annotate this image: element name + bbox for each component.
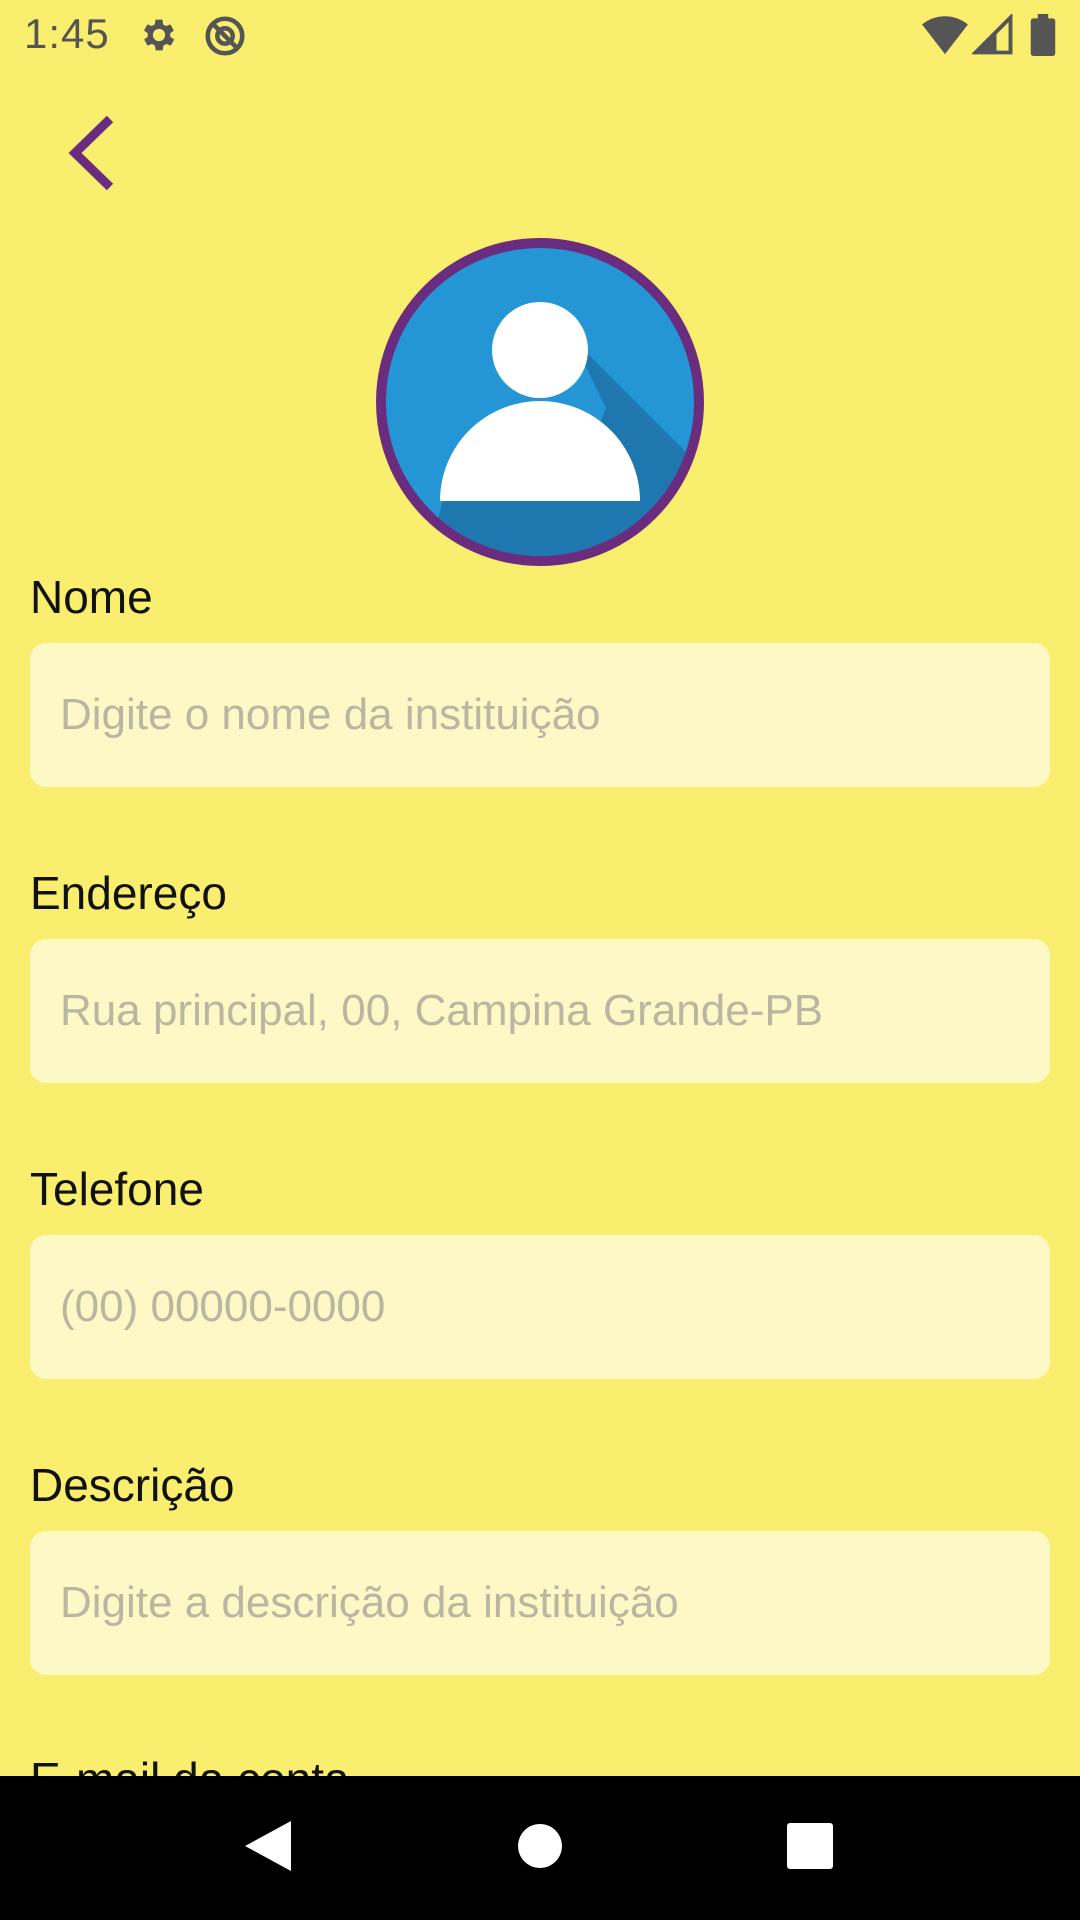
nome-label: Nome	[30, 571, 153, 623]
nome-input[interactable]	[30, 643, 1050, 787]
battery-icon	[1030, 14, 1056, 61]
user-avatar-icon	[376, 238, 704, 570]
nav-back-icon	[243, 1819, 293, 1878]
back-button[interactable]	[50, 100, 140, 210]
no-data-icon	[202, 13, 248, 64]
descricao-label: Descrição	[30, 1459, 235, 1511]
descricao-input[interactable]	[30, 1531, 1050, 1675]
telefone-label: Telefone	[30, 1163, 204, 1215]
endereco-label: Endereço	[30, 867, 227, 919]
gear-icon	[138, 14, 180, 61]
nav-back-button[interactable]	[198, 1776, 338, 1920]
signal-icon	[970, 12, 1014, 61]
navigation-bar	[0, 1776, 1080, 1920]
status-bar: 1:45	[0, 0, 1080, 72]
nav-home-button[interactable]	[470, 1776, 610, 1920]
status-time: 1:45	[24, 10, 110, 57]
wifi-icon	[922, 14, 968, 61]
nav-home-icon	[516, 1822, 564, 1875]
endereco-input[interactable]	[30, 939, 1050, 1083]
nav-recents-icon	[787, 1822, 833, 1874]
nav-recents-button[interactable]	[740, 1776, 880, 1920]
telefone-input[interactable]	[30, 1235, 1050, 1379]
chevron-left-icon	[65, 113, 125, 198]
avatar[interactable]	[376, 238, 704, 566]
